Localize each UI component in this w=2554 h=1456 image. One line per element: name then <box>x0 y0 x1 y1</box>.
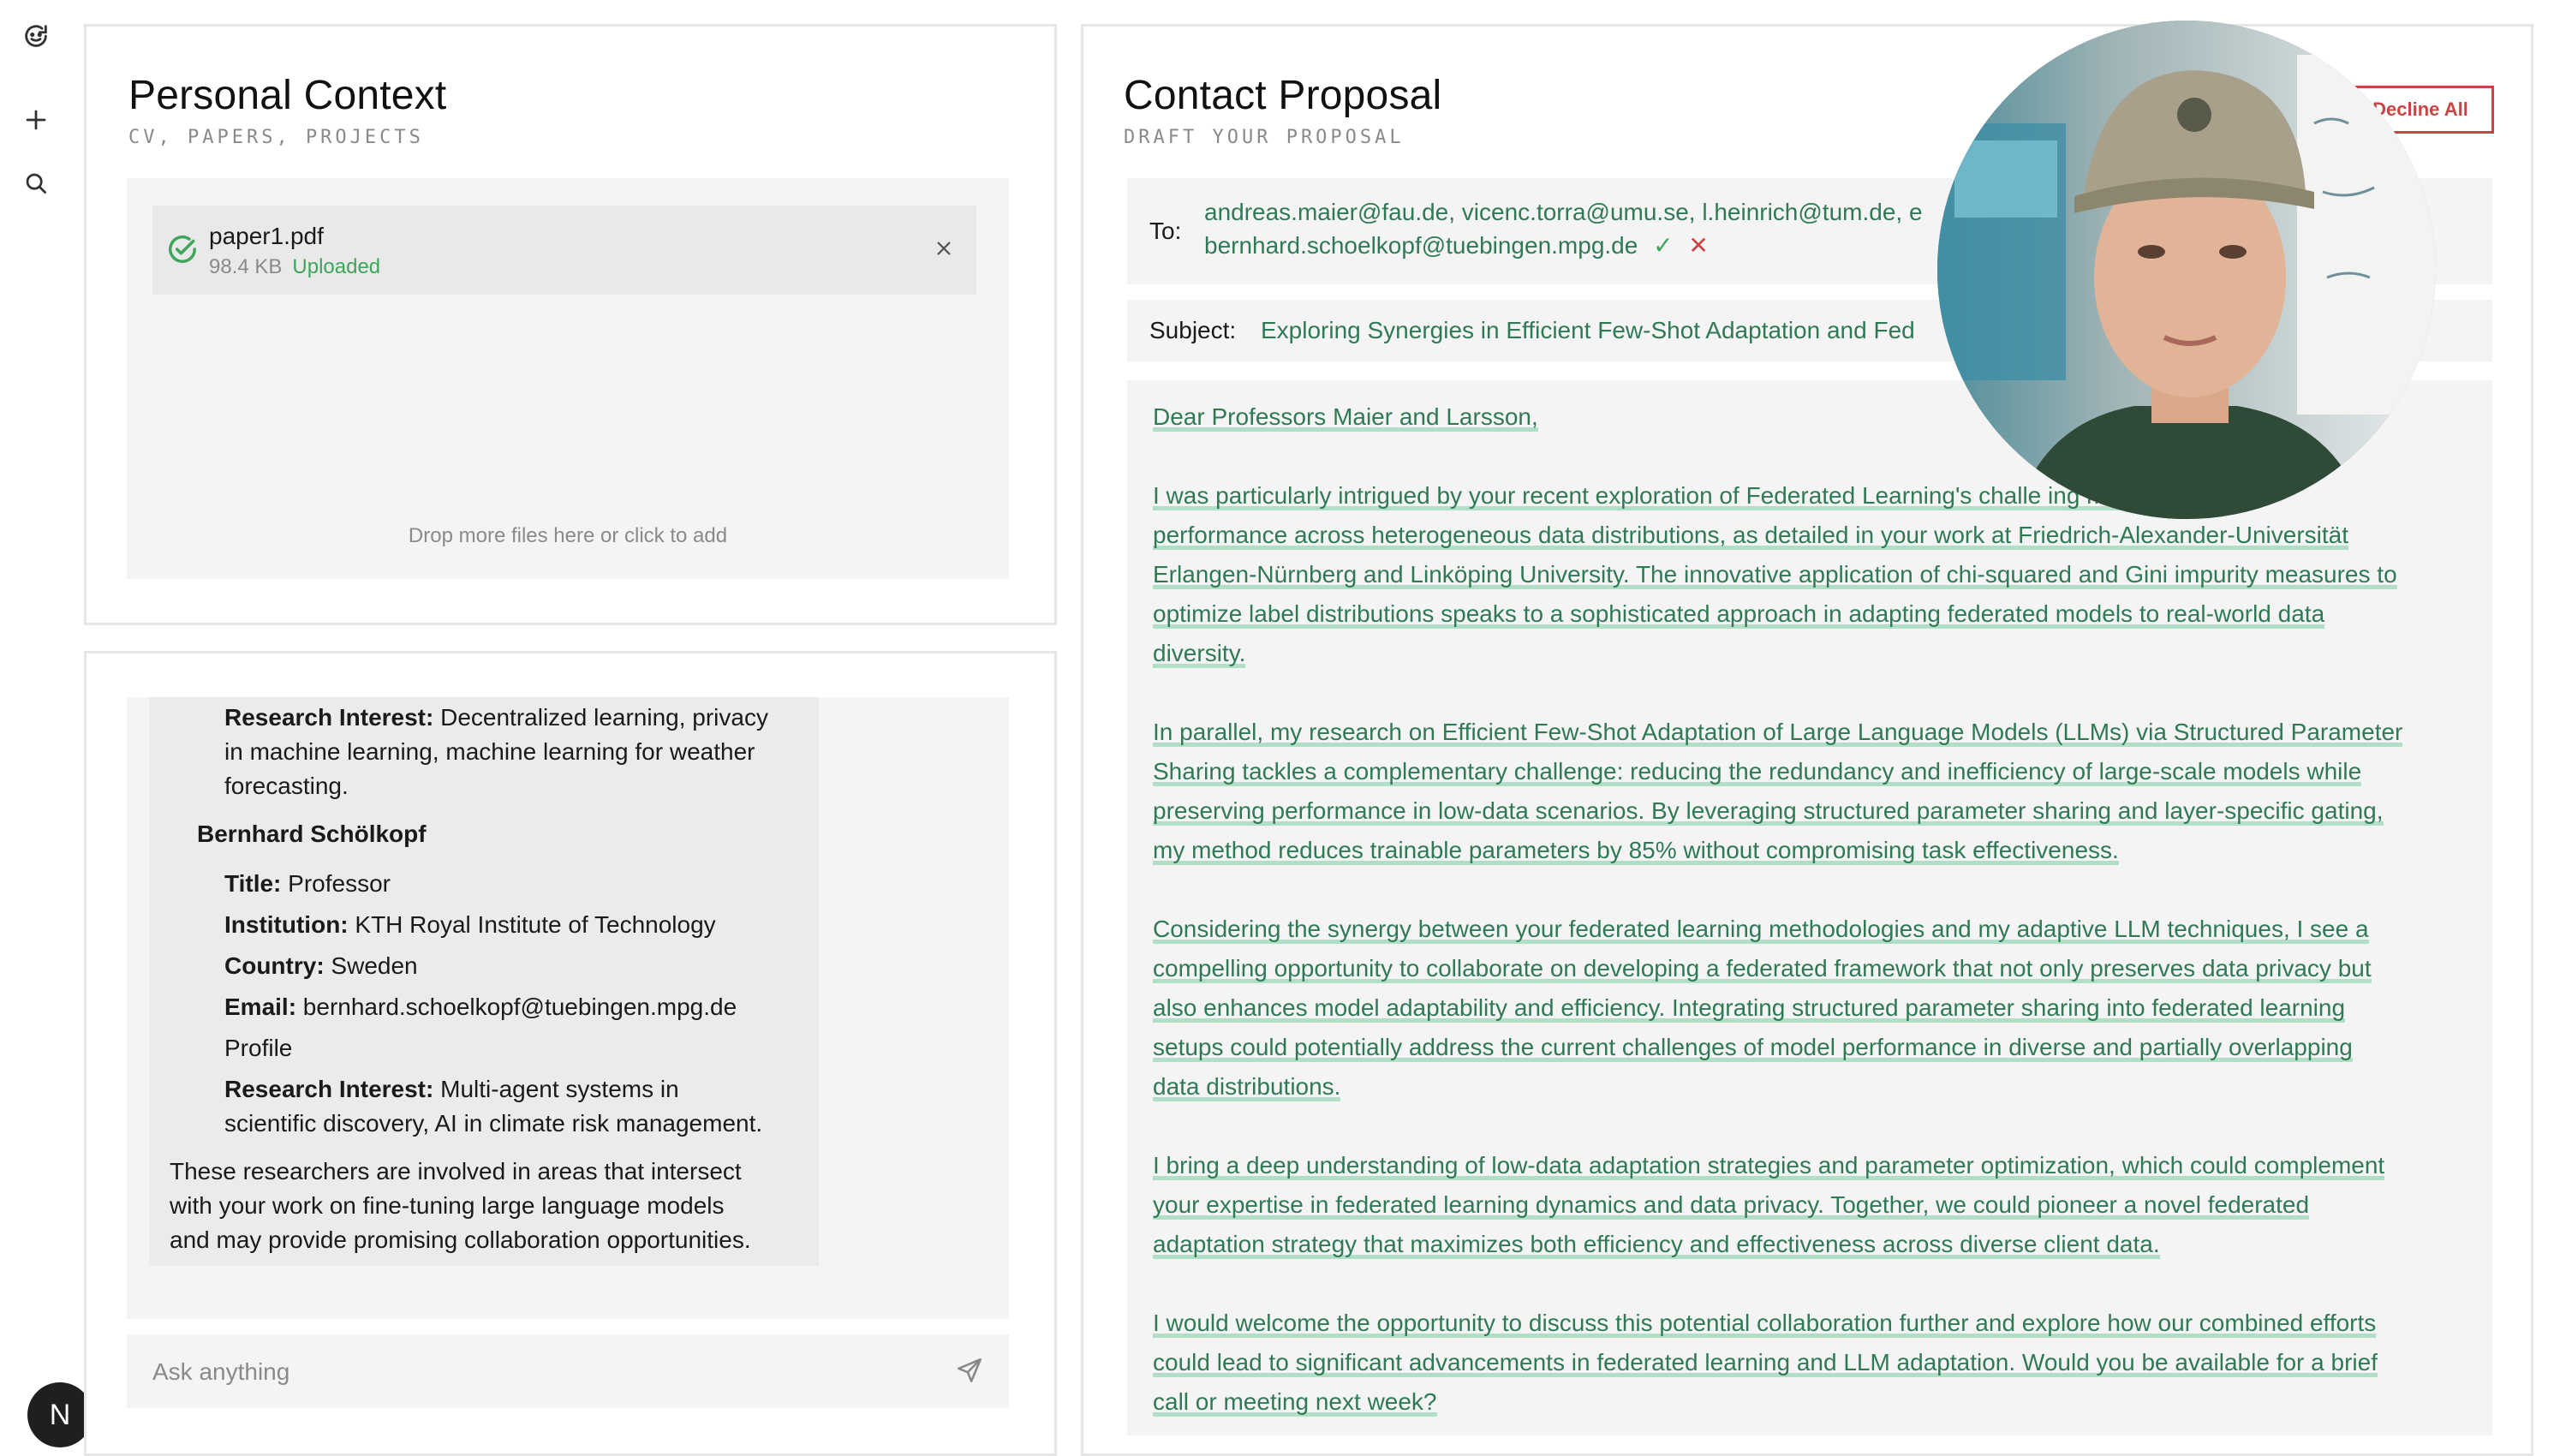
webcam-video-image <box>1937 21 2436 519</box>
subject-value: Exploring Synergies in Efficient Few-Sho… <box>1261 317 1915 343</box>
assistant-message: Research Interest: Decentralized learnin… <box>149 697 819 1266</box>
contact-proposal-title: Contact Proposal <box>1124 73 1442 118</box>
msg-line: Bernhard Schölkopf <box>197 820 427 847</box>
msg-line: These researchers are involved in areas … <box>170 1158 742 1184</box>
body-line: call or meeting next week? <box>1153 1388 1437 1417</box>
webcam-overlay <box>1937 21 2436 519</box>
msg-line: Institution: KTH Royal Institute of Tech… <box>224 911 716 938</box>
msg-line: scientific discovery, AI in climate risk… <box>224 1110 763 1137</box>
body-line: I was particularly intrigued by your rec… <box>1153 482 2152 510</box>
uploaded-file-card: paper1.pdf 98.4 KB Uploaded <box>152 206 976 295</box>
to-recipients: andreas.maier@fau.de, vicenc.torra@umu.s… <box>1204 199 1923 225</box>
body-line: Erlangen-Nürnberg and Linköping Universi… <box>1153 561 2397 589</box>
body-line: setups could potentially address the cur… <box>1153 1034 2353 1062</box>
chat-messages[interactable]: Research Interest: Decentralized learnin… <box>127 697 1009 1319</box>
subject-label: Subject: <box>1149 317 1237 343</box>
body-line: also enhances model adaptability and eff… <box>1153 994 2346 1023</box>
check-icon[interactable]: ✓ <box>1653 232 1673 259</box>
refresh-icon[interactable] <box>19 19 53 53</box>
avatar-letter: N <box>49 1398 71 1431</box>
check-circle-icon <box>166 233 199 266</box>
drop-hint: Drop more files here or click to add <box>408 524 728 547</box>
plus-icon[interactable] <box>19 103 53 137</box>
close-icon[interactable]: ✕ <box>1688 232 1708 259</box>
file-status: Uploaded <box>292 255 381 278</box>
close-icon <box>937 242 951 255</box>
file-size: 98.4 KB <box>209 255 283 278</box>
to-label: To: <box>1149 218 1182 244</box>
body-line: your expertise in federated learning dyn… <box>1153 1191 2310 1220</box>
body-line: preserving performance in low-data scena… <box>1153 797 2384 826</box>
send-button[interactable] <box>952 1353 987 1387</box>
body-line: I bring a deep understanding of low-data… <box>1153 1152 2385 1180</box>
ask-box <box>127 1334 1009 1410</box>
msg-line: Country: Sweden <box>224 952 418 979</box>
msg-line: Email: bernhard.schoelkopf@tuebingen.mpg… <box>224 994 737 1020</box>
remove-file-button[interactable] <box>930 235 958 262</box>
to-recipient-pending: bernhard.schoelkopf@tuebingen.mpg.de ✓ ✕ <box>1204 232 1709 259</box>
contact-proposal-subtitle: DRAFT YOUR PROPOSAL <box>1124 127 1405 148</box>
file-name: paper1.pdf <box>209 223 324 249</box>
msg-line: forecasting. <box>224 773 349 799</box>
file-dropzone[interactable]: paper1.pdf 98.4 KB Uploaded Drop more fil… <box>127 178 1009 579</box>
body-line: In parallel, my research on Efficient Fe… <box>1153 719 2403 747</box>
body-line: my method reduces trainable parameters b… <box>1153 837 2119 865</box>
msg-line: in machine learning, machine learning fo… <box>224 738 755 765</box>
body-line: could lead to significant advancements i… <box>1153 1349 2378 1377</box>
body-line: Dear Professors Maier and Larsson, <box>1153 403 1538 432</box>
body-line: Considering the synergy between your fed… <box>1153 916 2369 944</box>
body-line: compelling opportunity to collaborate on… <box>1153 955 2372 983</box>
body-line: I would welcome the opportunity to discu… <box>1153 1310 2377 1338</box>
msg-line: and may provide promising collaboration … <box>170 1226 751 1253</box>
body-line: adaptation strategy that maximizes both … <box>1153 1231 2160 1259</box>
msg-line: with your work on fine-tuning large lang… <box>170 1192 725 1219</box>
proposal-body[interactable]: Dear Professors Maier and Larsson, I was… <box>1127 380 2492 1435</box>
msg-line: Research Interest: Decentralized learnin… <box>224 704 768 731</box>
msg-line: Research Interest: Multi-agent systems i… <box>224 1076 679 1102</box>
msg-line: Profile <box>224 1035 293 1061</box>
search-icon[interactable] <box>19 166 53 200</box>
send-icon <box>957 1358 982 1383</box>
body-line: diversity. <box>1153 640 1246 668</box>
personal-context-subtitle: CV, PAPERS, PROJECTS <box>128 127 424 148</box>
left-rail: N <box>0 0 92 1447</box>
file-meta: 98.4 KB Uploaded <box>209 255 380 279</box>
personal-context-title: Personal Context <box>128 73 447 118</box>
ask-input[interactable] <box>151 1334 908 1410</box>
body-line: optimize label distributions speaks to a… <box>1153 600 2325 629</box>
body-line: data distributions. <box>1153 1073 1341 1101</box>
avatar[interactable]: N <box>27 1382 92 1447</box>
body-line: Sharing tackles a complementary challeng… <box>1153 758 2362 786</box>
msg-line: Title: Professor <box>224 870 391 897</box>
body-line: performance across heterogeneous data di… <box>1153 522 2349 550</box>
